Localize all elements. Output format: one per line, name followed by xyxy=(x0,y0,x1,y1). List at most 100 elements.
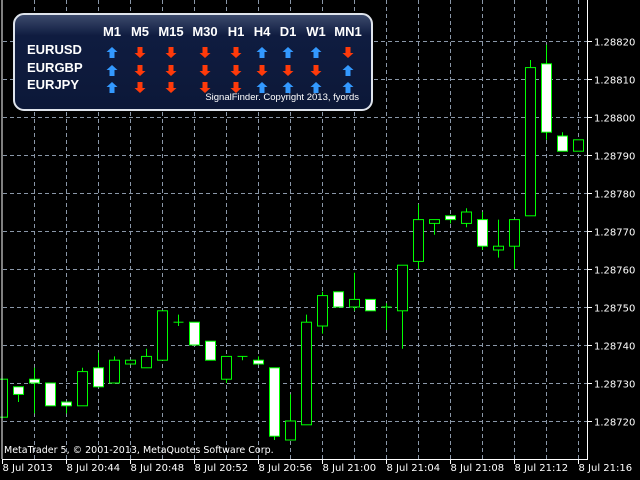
arrow-down-icon xyxy=(230,63,242,76)
arrow-up-icon xyxy=(310,80,322,93)
candle-body xyxy=(45,382,56,407)
candle-21:08 xyxy=(445,215,456,224)
candle-body xyxy=(429,219,440,224)
arrow-down-icon xyxy=(134,63,146,76)
symbol-label: EURJPY xyxy=(27,77,80,92)
candle-body xyxy=(141,355,152,369)
arrow-down-icon xyxy=(165,80,177,93)
candle-body xyxy=(253,359,264,365)
arrow-up-icon xyxy=(342,63,354,76)
candle-body xyxy=(29,378,40,384)
candle-20:46 xyxy=(93,352,104,388)
timeframe-header-W1: W1 xyxy=(306,24,326,39)
candle-21:15 xyxy=(557,132,568,152)
price-label: 1.28760 xyxy=(594,266,635,277)
candle-body xyxy=(525,67,536,217)
price-label: 1.28810 xyxy=(594,76,635,87)
arrow-down-icon xyxy=(165,63,177,76)
timeframe-header-M30: M30 xyxy=(192,24,218,39)
arrow-up-icon xyxy=(282,45,294,58)
candle-body xyxy=(157,310,168,361)
candle-20:41 xyxy=(13,386,24,402)
price-label: 1.28770 xyxy=(594,228,635,239)
timeframe-header-H1: H1 xyxy=(227,24,245,39)
candle-body xyxy=(573,139,584,152)
candle-body xyxy=(125,359,136,365)
arrow-up-icon xyxy=(106,63,118,76)
candle-20:43 xyxy=(45,382,56,407)
candle-21:07 xyxy=(429,219,440,235)
candle-20:50 xyxy=(157,310,168,361)
time-label: 8 Jul 21:00 xyxy=(323,463,377,474)
candle-body xyxy=(77,371,88,407)
candle-body xyxy=(477,219,488,247)
candle-21:12 xyxy=(509,219,520,269)
time-label: 8 Jul 21:08 xyxy=(451,463,505,474)
candle-20:42 xyxy=(29,367,40,414)
candle-body xyxy=(365,298,376,312)
arrow-down-icon xyxy=(230,80,242,93)
time-label: 8 Jul 21:12 xyxy=(515,463,569,474)
candle-20:49 xyxy=(141,348,152,369)
candle-21:14 xyxy=(541,44,552,140)
panel-copyright: SignalFinder. Copyright 2013, fyords xyxy=(205,92,359,103)
signal-finder-panel: SignalFinder. Copyright 2013, fyords M1 M… xyxy=(13,13,373,111)
timeframe-header-D1: D1 xyxy=(279,24,297,39)
time-label: 8 Jul 20:48 xyxy=(131,463,185,474)
arrow-down-icon xyxy=(310,63,322,76)
time-axis: 8 Jul 2013 8 Jul 20:44 8 Jul 20:48 8 Jul 20… xyxy=(2,459,632,474)
candle-body xyxy=(285,420,296,441)
candle-21:01 xyxy=(333,291,344,308)
candle-body xyxy=(461,211,472,224)
timeframe-header-MN1: MN1 xyxy=(334,24,362,39)
arrow-up-icon xyxy=(256,45,268,58)
candle-21:04 xyxy=(381,303,392,330)
candle-body xyxy=(301,321,312,426)
candle-body xyxy=(189,321,200,346)
arrow-up-icon xyxy=(106,80,118,93)
candle-body xyxy=(509,219,520,247)
candle-21:10 xyxy=(477,212,488,250)
arrow-down-icon xyxy=(199,45,211,58)
candle-body xyxy=(13,386,24,395)
time-label: 8 Jul 20:44 xyxy=(67,463,121,474)
candle-body xyxy=(493,245,504,251)
candle-body xyxy=(397,264,408,312)
price-label: 1.28820 xyxy=(594,38,635,49)
timeframe-header-M5: M5 xyxy=(130,24,150,39)
candle-20:48 xyxy=(125,359,136,365)
timeframe-header-M1: M1 xyxy=(102,24,122,39)
time-label: 8 Jul 20:52 xyxy=(195,463,249,474)
candle-body xyxy=(269,367,280,437)
price-label: 1.28790 xyxy=(594,152,635,163)
candle-21:02 xyxy=(349,272,360,311)
candle-body xyxy=(413,219,424,262)
candle-body xyxy=(0,378,8,418)
candle-20:54 xyxy=(221,355,232,383)
candle-body xyxy=(205,340,216,361)
candle-20:45 xyxy=(77,367,88,407)
arrow-down-icon xyxy=(165,45,177,58)
candle-20:52 xyxy=(189,321,200,346)
candle-20:57 xyxy=(269,367,280,440)
time-label: 8 Jul 21:04 xyxy=(387,463,441,474)
arrow-down-icon xyxy=(342,45,354,58)
candle-body xyxy=(93,367,104,388)
candle-21:11 xyxy=(493,219,504,258)
candle-20:40 xyxy=(0,378,8,418)
candle-21:13 xyxy=(525,60,536,217)
candle-body xyxy=(541,63,552,133)
price-axis: 1.28820 1.28810 1.28800 1.28790 1.28780 1.287… xyxy=(587,38,635,429)
arrow-down-icon xyxy=(230,45,242,58)
candle-body xyxy=(349,298,360,308)
time-label: 8 Jul 2013 xyxy=(3,463,53,474)
candle-21:05 xyxy=(397,264,408,349)
arrow-down-icon xyxy=(134,45,146,58)
copyright-footer: MetaTrader 5, © 2001-2013, MetaQuotes So… xyxy=(4,445,274,456)
candle-body xyxy=(61,401,72,407)
arrow-down-icon xyxy=(134,80,146,93)
candle-20:58 xyxy=(285,394,296,441)
candle-21:09 xyxy=(461,208,472,228)
price-label: 1.28740 xyxy=(594,342,635,353)
candle-20:44 xyxy=(61,401,72,414)
